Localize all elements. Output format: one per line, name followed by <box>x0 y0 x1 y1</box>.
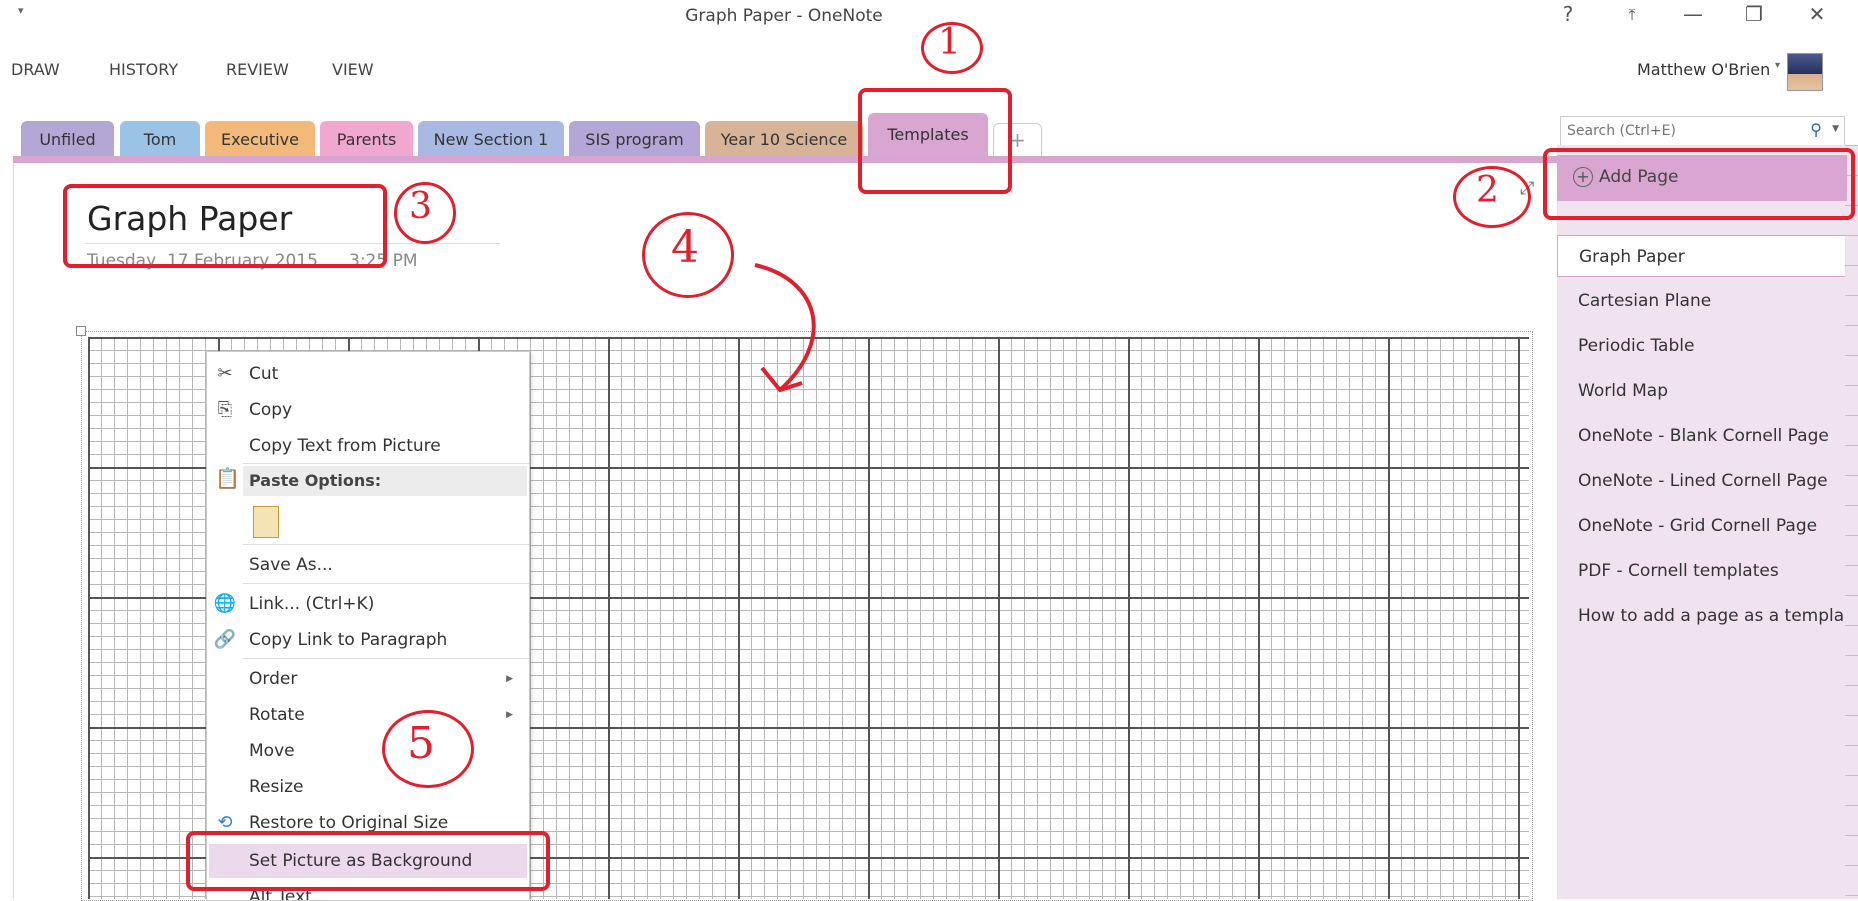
paste-options-header: Paste Options: <box>243 466 527 496</box>
submenu-arrow-icon: ▶ <box>506 674 513 684</box>
menu-item-move[interactable]: Move <box>207 734 529 768</box>
menu-item-label: Order <box>249 669 298 689</box>
annotation-arrow <box>754 263 816 393</box>
menu-item-copy-text-from-picture[interactable]: Copy Text from Picture <box>207 429 529 463</box>
section-tab-label: Parents <box>336 130 397 149</box>
menu-item-label: Cut <box>249 364 279 384</box>
search-box[interactable]: ⚲ ▼ <box>1560 116 1845 146</box>
scissors-icon: ✂ <box>217 363 233 384</box>
menu-item-copy[interactable]: ⎘ Copy <box>207 393 529 427</box>
menu-separator <box>243 658 529 659</box>
ribbon-tab-view[interactable]: VIEW <box>332 60 374 79</box>
panel-edge <box>1845 145 1858 899</box>
search-scope-chevron-icon[interactable]: ▼ <box>1832 124 1839 134</box>
globe-link-icon: 🌐 <box>213 593 237 614</box>
page-item-blank-cornell[interactable]: OneNote - Blank Cornell Page <box>1557 415 1845 457</box>
menu-item-order[interactable]: Order ▶ <box>207 662 529 696</box>
annotation-number-5: 5 <box>407 718 435 769</box>
menu-item-copy-link-to-paragraph[interactable]: 🔗 Copy Link to Paragraph <box>207 623 529 657</box>
section-tab-label: SIS program <box>585 130 684 149</box>
window-title: Graph Paper - OneNote <box>685 6 883 26</box>
ribbon-tab-draw[interactable]: DRAW <box>11 60 60 79</box>
page-link-icon: 🔗 <box>213 629 237 650</box>
search-icon[interactable]: ⚲ <box>1810 120 1822 139</box>
page-item-grid-cornell[interactable]: OneNote - Grid Cornell Page <box>1557 505 1845 547</box>
restore-icon[interactable]: ❐ <box>1739 2 1769 26</box>
annotation-number-1: 1 <box>938 22 961 63</box>
section-tab-unfiled[interactable]: Unfiled <box>21 121 114 156</box>
menu-item-cut[interactable]: ✂ Cut <box>207 357 529 391</box>
section-tab-label: Executive <box>221 130 299 149</box>
annotation-box-page-title <box>63 184 387 268</box>
page-item-periodic-table[interactable]: Periodic Table <box>1557 325 1845 367</box>
menu-item-label: Move <box>249 741 295 761</box>
ribbon-tab-history[interactable]: HISTORY <box>109 60 178 79</box>
annotation-number-2: 2 <box>1476 170 1499 211</box>
section-tab-executive[interactable]: Executive <box>205 121 315 156</box>
section-tab-tom[interactable]: Tom <box>120 121 200 156</box>
menu-item-rotate[interactable]: Rotate ▶ <box>207 698 529 732</box>
page-item-how-to-add[interactable]: How to add a page as a templa <box>1557 595 1845 637</box>
menu-item-label: Save As... <box>249 555 333 575</box>
avatar[interactable] <box>1787 53 1823 91</box>
menu-separator <box>243 463 529 464</box>
picture-move-handle[interactable] <box>76 326 86 336</box>
menu-item-label: Resize <box>249 777 304 797</box>
menu-separator <box>243 544 529 545</box>
search-input[interactable] <box>1565 120 1799 142</box>
section-tab-label: Unfiled <box>39 130 96 149</box>
user-name[interactable]: Matthew O'Brien <box>1637 60 1770 79</box>
submenu-arrow-icon: ▶ <box>506 710 513 720</box>
page-item-world-map[interactable]: World Map <box>1557 370 1845 412</box>
page-item-lined-cornell[interactable]: OneNote - Lined Cornell Page <box>1557 460 1845 502</box>
annotation-number-4: 4 <box>671 222 699 273</box>
menu-item-label: Copy Text from Picture <box>249 436 441 456</box>
clipboard-icon: 📋 <box>215 466 240 490</box>
menu-item-label: Rotate <box>249 705 305 725</box>
chevron-down-icon[interactable]: ▾ <box>1775 60 1780 71</box>
help-icon[interactable]: ? <box>1553 2 1583 26</box>
ribbon-display-icon[interactable]: ⤒ <box>1617 5 1647 25</box>
annotation-box-add-page <box>1543 148 1855 220</box>
menu-separator <box>243 583 529 584</box>
section-tab-sis-program[interactable]: SIS program <box>569 121 700 156</box>
menu-item-save-as[interactable]: Save As... <box>207 548 529 582</box>
section-tab-year-10-science[interactable]: Year 10 Science <box>705 121 863 156</box>
menu-item-label: Copy <box>249 400 293 420</box>
menu-item-link[interactable]: 🌐 Link... (Ctrl+K) <box>207 587 529 621</box>
copy-icon: ⎘ <box>217 399 233 420</box>
section-color-bar <box>13 156 1561 163</box>
menu-item-label: Copy Link to Paragraph <box>249 630 448 650</box>
page-item-graph-paper[interactable]: Graph Paper <box>1557 235 1845 277</box>
menu-item-label: Link... (Ctrl+K) <box>249 594 375 614</box>
section-tab-label: Year 10 Science <box>720 130 848 149</box>
menu-item-resize[interactable]: Resize <box>207 770 529 804</box>
paste-picture-icon[interactable] <box>253 506 279 538</box>
section-tab-label: Tom <box>143 130 177 149</box>
minimize-icon[interactable]: — <box>1678 2 1708 26</box>
section-tab-parents[interactable]: Parents <box>320 121 413 156</box>
context-menu: ✂ Cut ⎘ Copy Copy Text from Picture 📋 Pa… <box>206 351 530 901</box>
section-tab-new-section-1[interactable]: New Section 1 <box>418 121 564 156</box>
page-item-pdf-cornell[interactable]: PDF - Cornell templates <box>1557 550 1845 592</box>
annotation-box-set-background <box>186 831 550 891</box>
annotation-box-templates <box>858 88 1012 194</box>
page-item-cartesian-plane[interactable]: Cartesian Plane <box>1557 280 1845 322</box>
ribbon-tab-review[interactable]: REVIEW <box>226 60 289 79</box>
annotation-number-3: 3 <box>409 186 432 227</box>
close-icon[interactable]: ✕ <box>1802 2 1832 26</box>
section-tab-label: New Section 1 <box>433 130 549 149</box>
